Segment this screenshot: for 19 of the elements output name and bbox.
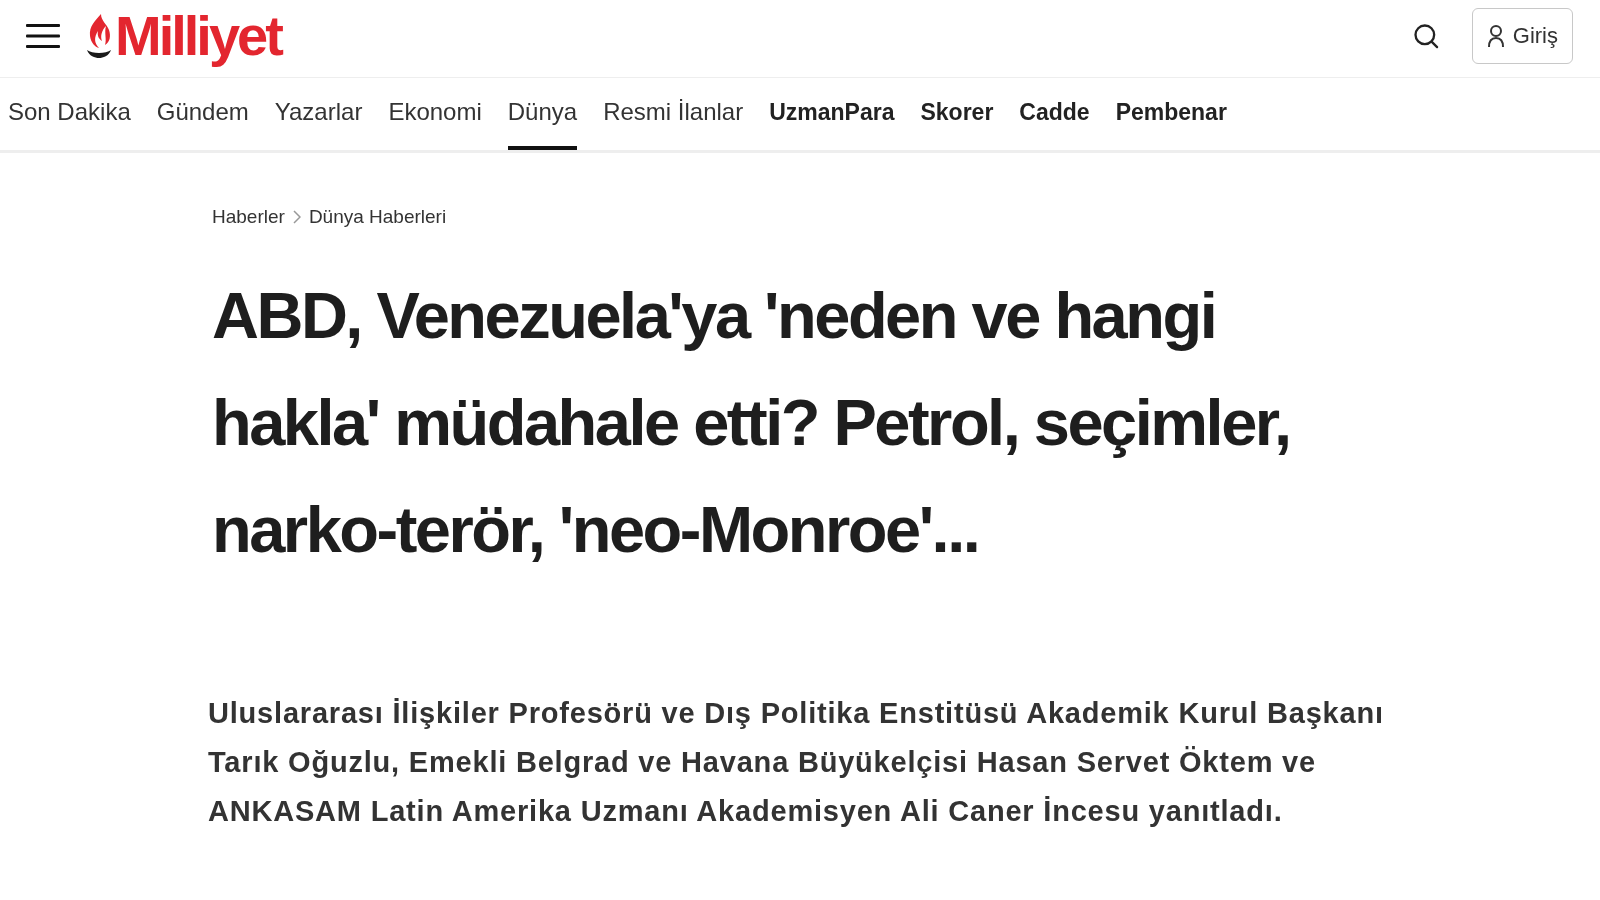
nav-tab[interactable]: Cadde (1019, 78, 1090, 150)
search-icon (1411, 21, 1440, 50)
nav-tab[interactable]: Dünya (507, 78, 578, 150)
nav-tab[interactable]: Gündem (156, 78, 249, 150)
menu-icon (26, 22, 60, 49)
nav-tab[interactable]: Yazarlar (274, 78, 363, 150)
nav-tab[interactable]: UzmanPara (769, 78, 895, 150)
breadcrumb-link[interactable]: Dünya Haberleri (308, 203, 447, 232)
nav-tab[interactable]: Pembenar (1115, 78, 1227, 150)
nav-tab[interactable]: Son Dakika (8, 78, 131, 150)
user-icon (1486, 23, 1505, 48)
article-headline: ABD, Venezuela'ya 'neden ve hangi hakla' müdahale etti? Petrol, seçimler, narko-terör, 'neo-Monroe'... (212, 277, 1291, 568)
nav-tab[interactable]: Skorer (920, 78, 994, 150)
article-summary: Uluslararası İlişkiler Profesörü ve Dış Politika Enstitüsü Akademik Kurul Başkanı Tarık Oğuzlu, Emekli Belgrad ve Havana Büyükelçisi Hasan Servet Öktem ve ANKASAM Latin Amerika Uzmanı Akademisyen Ali Caner İncesu yanıtladı. (208, 695, 1385, 829)
nav-tab[interactable]: Resmi İlanlar (603, 78, 744, 150)
nav-tab[interactable]: Ekonomi (388, 78, 482, 150)
breadcrumb-link[interactable]: Haberler (212, 203, 285, 232)
chevron-right-icon (292, 210, 301, 225)
login-button[interactable]: Giriş (1471, 7, 1573, 64)
